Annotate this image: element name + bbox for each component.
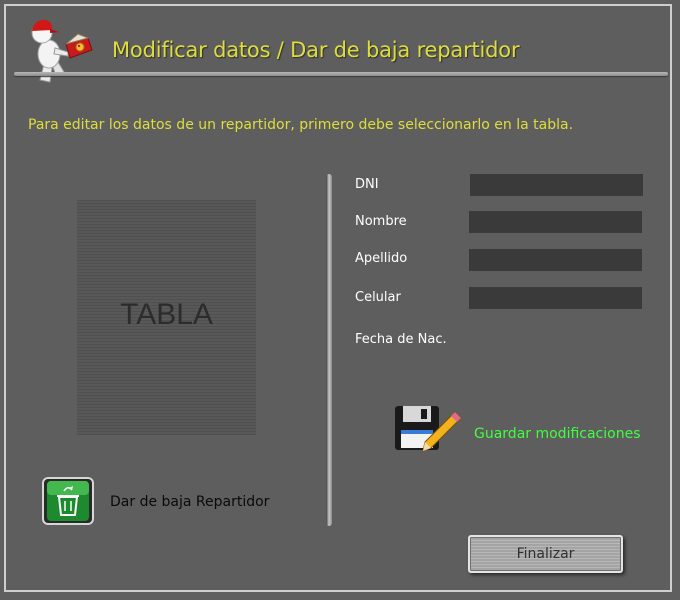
title-divider	[14, 72, 668, 76]
celular-label: Celular	[355, 290, 401, 305]
repartidores-table[interactable]: TABLA	[77, 200, 256, 435]
finish-button[interactable]: Finalizar	[468, 535, 623, 573]
nombre-field[interactable]	[469, 211, 642, 233]
nombre-label: Nombre	[355, 214, 407, 229]
dni-label: DNI	[355, 177, 379, 192]
fecha-nacimiento-label: Fecha de Nac.	[355, 332, 447, 347]
vertical-divider	[326, 174, 332, 526]
page-title: Modificar datos / Dar de baja repartidor	[112, 38, 520, 62]
dni-field[interactable]	[470, 174, 643, 196]
apellido-label: Apellido	[355, 251, 408, 266]
table-placeholder-label: TABLA	[120, 298, 213, 331]
instructions-text: Para editar los datos de un repartidor, …	[28, 117, 574, 133]
delete-repartidor-button[interactable]	[42, 477, 94, 525]
delivery-person-icon	[31, 19, 93, 83]
floppy-pencil-icon[interactable]	[393, 404, 463, 456]
recycle-bin-icon	[47, 481, 89, 521]
celular-field[interactable]	[469, 287, 642, 309]
apellido-field[interactable]	[469, 249, 642, 271]
save-button[interactable]: Guardar modificaciones	[474, 426, 641, 442]
delete-repartidor-label[interactable]: Dar de baja Repartidor	[110, 494, 269, 510]
